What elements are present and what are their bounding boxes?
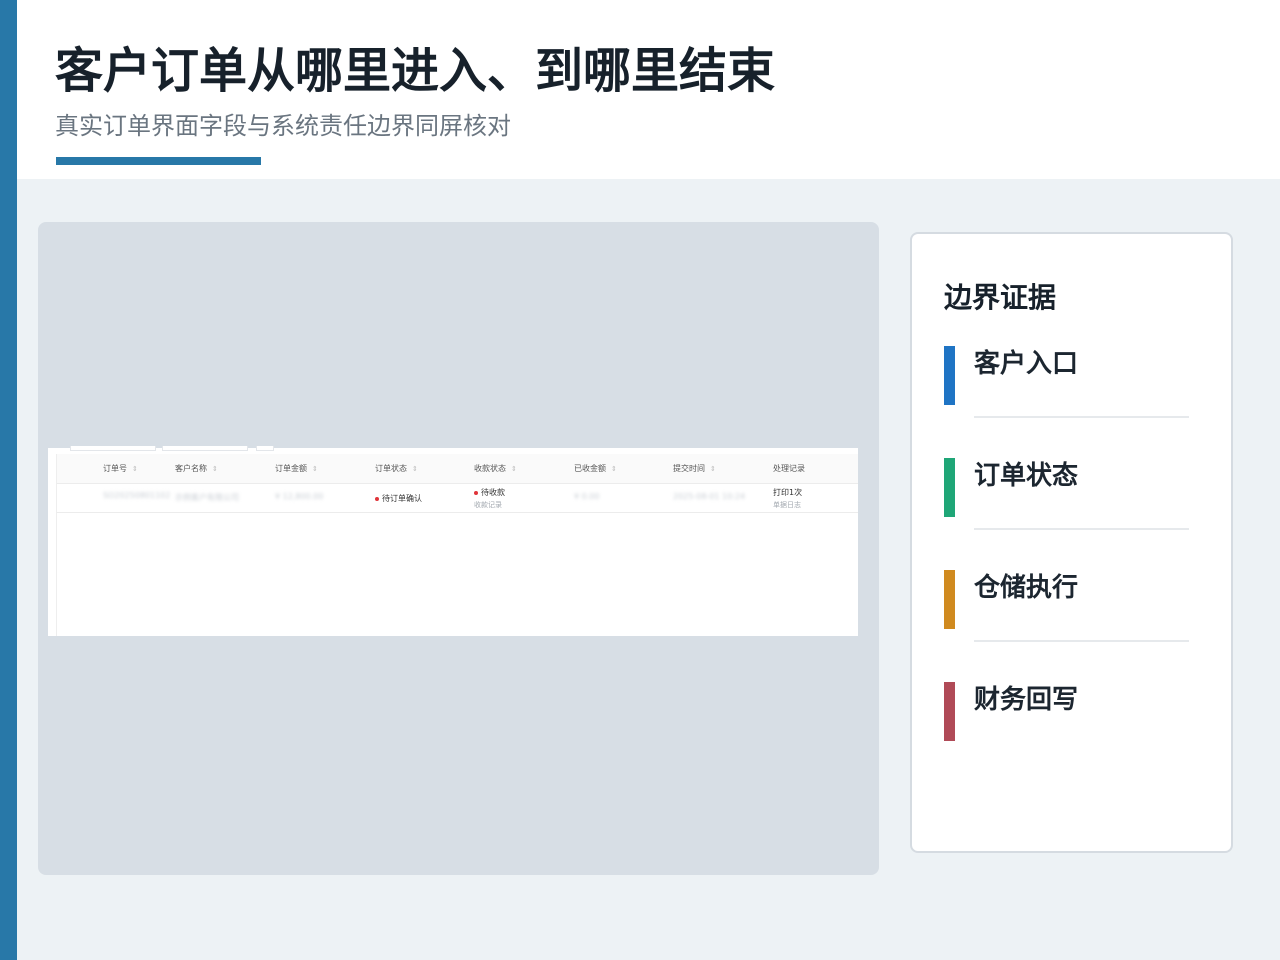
- evidence-item-label: 订单状态: [974, 461, 1079, 491]
- order-status-cell: 待订单确认: [375, 493, 422, 504]
- evidence-color-bar: [944, 346, 955, 405]
- evidence-color-bar: [944, 682, 955, 741]
- filter-tabs: [68, 446, 288, 452]
- sort-icon[interactable]: ⇕: [132, 465, 138, 473]
- evidence-item-finance: 财务回写: [944, 682, 1194, 742]
- sort-icon[interactable]: ⇕: [611, 465, 617, 473]
- column-header[interactable]: 订单号 ⇕: [103, 463, 138, 474]
- submit-time-cell: 2025-08-01 10:24: [673, 492, 746, 501]
- evidence-item-label: 仓储执行: [974, 573, 1079, 603]
- evidence-divider: [974, 416, 1189, 418]
- table-left-border: [56, 513, 57, 636]
- payment-record-link[interactable]: 收款记录: [474, 500, 505, 510]
- filter-tab[interactable]: [70, 446, 156, 451]
- title-underline: [56, 157, 261, 165]
- status-dot-icon: [474, 490, 478, 495]
- order-number-cell[interactable]: SO20250801102: [103, 491, 170, 500]
- process-record-cell: 打印1次 单据日志: [773, 488, 803, 510]
- column-header[interactable]: 已收金额 ⇕: [574, 463, 617, 474]
- sort-icon[interactable]: ⇕: [511, 465, 517, 473]
- table-header: 订单号 ⇕ 客户名称 ⇕ 订单金额 ⇕ 订单状态 ⇕ 收款状态 ⇕ 已收金额 ⇕ 提交时间 ⇕…: [56, 454, 858, 484]
- column-header: 处理记录: [773, 464, 805, 473]
- boundary-evidence-card: 边界证据 客户入口 订单状态 仓储执行 财务回写: [910, 232, 1233, 853]
- evidence-item-customer-entry: 客户入口: [944, 346, 1194, 406]
- order-amount-cell: ¥ 12,800.00: [275, 492, 324, 501]
- evidence-divider: [974, 640, 1189, 642]
- page-title: 客户订单从哪里进入、到哪里结束: [55, 43, 776, 99]
- slide-header: 客户订单从哪里进入、到哪里结束 真实订单界面字段与系统责任边界同屏核对: [17, 0, 1280, 179]
- evidence-color-bar: [944, 458, 955, 517]
- column-header[interactable]: 订单状态 ⇕: [375, 463, 418, 474]
- page-subtitle: 真实订单界面字段与系统责任边界同屏核对: [55, 112, 511, 140]
- sort-icon[interactable]: ⇕: [212, 465, 218, 473]
- sort-icon[interactable]: ⇕: [412, 465, 418, 473]
- sort-icon[interactable]: ⇕: [312, 465, 318, 473]
- order-screenshot-panel: 订单号 ⇕ 客户名称 ⇕ 订单金额 ⇕ 订单状态 ⇕ 收款状态 ⇕ 已收金额 ⇕ 提交时间 ⇕…: [38, 222, 879, 875]
- evidence-title: 边界证据: [944, 281, 1057, 314]
- evidence-item-label: 客户入口: [974, 349, 1079, 379]
- column-header[interactable]: 提交时间 ⇕: [673, 463, 716, 474]
- column-header[interactable]: 订单金额 ⇕: [275, 463, 318, 474]
- column-header[interactable]: 收款状态 ⇕: [474, 463, 517, 474]
- evidence-item-label: 财务回写: [974, 685, 1079, 715]
- column-header[interactable]: 客户名称 ⇕: [175, 463, 218, 474]
- customer-name-cell: 示例客户有限公司: [175, 493, 239, 502]
- table-row[interactable]: SO20250801102 示例客户有限公司 ¥ 12,800.00 待订单确认…: [56, 484, 858, 513]
- status-dot-icon: [375, 496, 379, 501]
- payment-status-cell: 待收款 收款记录: [474, 488, 505, 510]
- doc-log-link[interactable]: 单据日志: [773, 500, 802, 510]
- evidence-item-order-status: 订单状态: [944, 458, 1194, 518]
- filter-tab[interactable]: [162, 446, 248, 451]
- filter-tab[interactable]: [256, 446, 274, 451]
- sort-icon[interactable]: ⇕: [710, 465, 716, 473]
- evidence-color-bar: [944, 570, 955, 629]
- evidence-item-warehouse: 仓储执行: [944, 570, 1194, 630]
- evidence-divider: [974, 528, 1189, 530]
- order-table: 订单号 ⇕ 客户名称 ⇕ 订单金额 ⇕ 订单状态 ⇕ 收款状态 ⇕ 已收金额 ⇕ 提交时间 ⇕…: [48, 446, 858, 636]
- left-accent-bar: [0, 0, 17, 960]
- received-amount-cell: ¥ 0.00: [574, 492, 600, 501]
